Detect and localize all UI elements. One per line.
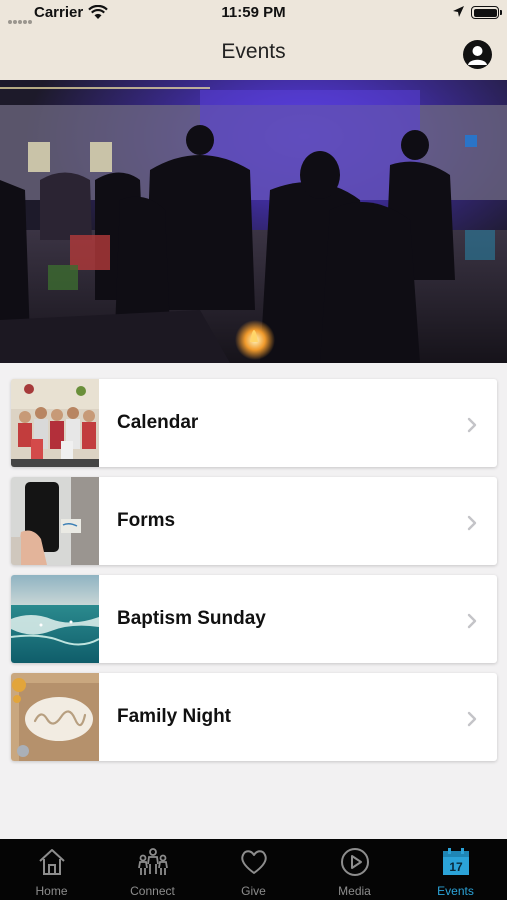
tab-label: Connect	[130, 884, 175, 898]
status-bar: Carrier 11:59 PM	[0, 0, 507, 26]
chevron-right-icon	[467, 711, 477, 727]
calendar-card[interactable]: Calendar	[11, 379, 497, 467]
profile-button[interactable]	[463, 40, 492, 69]
calendar-icon: 17	[442, 848, 469, 875]
person-icon	[468, 46, 487, 65]
tab-label: Media	[338, 884, 371, 898]
tab-label: Home	[35, 884, 68, 898]
top-bar: Carrier 11:59 PM Events	[0, 0, 507, 80]
location-arrow-icon	[452, 5, 465, 22]
card-label: Family Night	[117, 706, 232, 727]
card-label: Calendar	[117, 412, 199, 433]
ocean-photo-thumbnail	[11, 575, 99, 663]
page-title: Events	[221, 40, 286, 63]
clock: 11:59 PM	[221, 4, 286, 21]
tab-label: Events	[437, 884, 474, 898]
tab-label: Give	[241, 884, 266, 898]
tab-bar: Home Connect Give Media 17 Events	[0, 839, 507, 900]
card-label: Baptism Sunday	[117, 608, 266, 629]
chevron-right-icon	[467, 613, 477, 629]
tab-connect[interactable]: Connect	[102, 839, 203, 900]
family-night-card[interactable]: Family Night	[11, 673, 497, 761]
tab-home[interactable]: Home	[1, 839, 102, 900]
flour-family-photo-thumbnail	[11, 673, 99, 761]
house-icon	[38, 849, 65, 875]
battery-icon	[471, 6, 502, 19]
calendar-badge: 17	[449, 860, 463, 874]
tab-media[interactable]: Media	[304, 839, 405, 900]
forms-card[interactable]: Forms	[11, 477, 497, 565]
chevron-right-icon	[467, 515, 477, 531]
baptism-sunday-card[interactable]: Baptism Sunday	[11, 575, 497, 663]
phone-photo-thumbnail	[11, 477, 99, 565]
tab-give[interactable]: Give	[203, 839, 304, 900]
tab-events[interactable]: 17 Events	[405, 839, 506, 900]
play-icon	[340, 848, 369, 876]
events-list: Calendar Forms Baptism Sunday Family Nig…	[11, 379, 497, 771]
hero-image	[0, 80, 507, 363]
heart-icon	[240, 850, 267, 874]
chevron-right-icon	[467, 417, 477, 433]
card-label: Forms	[117, 510, 176, 531]
family-photo-thumbnail	[11, 379, 99, 467]
people-icon	[137, 848, 168, 875]
